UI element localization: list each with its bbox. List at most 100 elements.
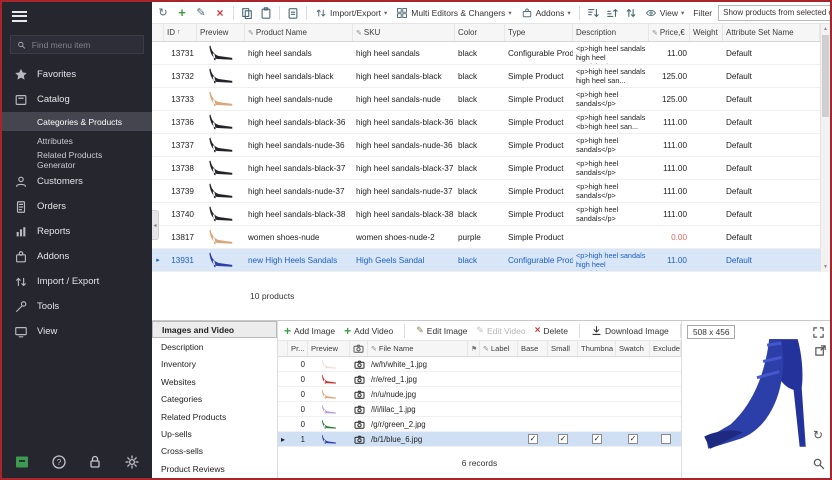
column-header-label[interactable]: ✎Label xyxy=(480,341,518,356)
view-menu-button[interactable]: View▾ xyxy=(642,4,688,22)
image-row[interactable]: 0 /l/i/lilac_1.jpg xyxy=(278,402,681,417)
row-expander[interactable] xyxy=(278,417,288,431)
filter-select[interactable]: Show products from selected categories ▾ xyxy=(718,5,830,21)
cell-swatch-checkbox[interactable] xyxy=(616,387,650,401)
row-expander[interactable] xyxy=(152,42,164,64)
cell-base-checkbox[interactable] xyxy=(518,387,548,401)
row-expander[interactable] xyxy=(152,65,164,87)
row-expander[interactable] xyxy=(152,88,164,110)
product-row[interactable]: 13738 high heel sandals-black-37 high he… xyxy=(152,157,820,180)
row-expander[interactable] xyxy=(278,357,288,371)
sidebar-item-tools[interactable]: Tools xyxy=(2,294,152,319)
cell-small-checkbox[interactable] xyxy=(548,372,578,386)
cell-small-checkbox[interactable]: ✓ xyxy=(548,432,578,446)
cell-swatch-checkbox[interactable] xyxy=(616,372,650,386)
image-row[interactable]: 0 /w/h/white_1.jpg xyxy=(278,357,681,372)
column-header-thumbnail[interactable]: Thumbna xyxy=(578,341,616,356)
bottom-tab[interactable]: Up-sells xyxy=(152,425,277,442)
scroll-down-arrow[interactable]: ▼ xyxy=(821,264,830,270)
image-row[interactable]: 0 /r/e/red_1.jpg xyxy=(278,372,681,387)
sidebar-item-reports[interactable]: Reports xyxy=(2,219,152,244)
column-header-priority[interactable]: Pr... xyxy=(288,341,308,356)
bottom-tab[interactable]: Cross-sells xyxy=(152,443,277,460)
column-header-attribute-set[interactable]: Attribute Set Name xyxy=(723,24,820,41)
row-expander[interactable] xyxy=(152,111,164,133)
cell-base-checkbox[interactable] xyxy=(518,372,548,386)
sidebar-collapse-handle[interactable]: ◂ xyxy=(152,210,159,240)
image-row[interactable]: 1 /b/1/blue_6.jpg xyxy=(278,432,681,447)
column-header-product-name[interactable]: ✎Product Name xyxy=(245,24,353,41)
image-row[interactable]: 0 /n/u/nude.jpg xyxy=(278,387,681,402)
paste-button[interactable] xyxy=(258,5,274,21)
sidebar-item-related-products-generator[interactable]: Related Products Generator xyxy=(2,150,152,169)
cell-thumbnail-checkbox[interactable] xyxy=(578,357,616,371)
column-header-price[interactable]: ✎Price,€ xyxy=(649,24,690,41)
sidebar-item-categories-products[interactable]: Categories & Products xyxy=(2,112,152,131)
zoom-icon[interactable] xyxy=(812,457,825,470)
sidebar-item-favorites[interactable]: Favorites xyxy=(2,62,152,87)
refresh-button[interactable]: ↻ xyxy=(155,5,171,21)
cell-swatch-checkbox[interactable]: ✓ xyxy=(616,432,650,446)
sidebar-item-customers[interactable]: Customers xyxy=(2,169,152,194)
sidebar-item-attributes[interactable]: Attributes xyxy=(2,131,152,150)
column-header-small[interactable]: Small xyxy=(548,341,578,356)
cell-thumbnail-checkbox[interactable] xyxy=(578,387,616,401)
cell-thumbnail-checkbox[interactable] xyxy=(578,372,616,386)
product-row[interactable]: 13740 high heel sandals-black-38 high he… xyxy=(152,203,820,226)
cell-exclude-checkbox[interactable] xyxy=(650,402,681,416)
column-header-file-name[interactable]: ✎File Name xyxy=(368,341,468,356)
product-row[interactable]: 13931 new High Heels Sandals High Geels … xyxy=(152,249,820,272)
column-header-swatch[interactable]: Swatch xyxy=(616,341,650,356)
cell-swatch-checkbox[interactable] xyxy=(616,402,650,416)
column-header-type[interactable]: Type xyxy=(505,24,573,41)
lock-icon[interactable] xyxy=(87,454,103,470)
copy-button[interactable] xyxy=(239,5,255,21)
column-header-image-preview[interactable]: Preview xyxy=(308,341,350,356)
row-expander[interactable] xyxy=(152,157,164,179)
thumbnail-checkbox[interactable]: ✓ xyxy=(592,434,602,444)
scroll-up-arrow[interactable]: ▲ xyxy=(821,26,830,32)
scrollbar-thumb[interactable] xyxy=(822,35,829,117)
column-header-sku[interactable]: ✎SKU xyxy=(353,24,455,41)
row-expander[interactable] xyxy=(152,180,164,202)
cell-exclude-checkbox[interactable] xyxy=(650,432,681,446)
help-icon[interactable]: ? xyxy=(51,454,67,470)
gear-icon[interactable] xyxy=(124,454,140,470)
delete-image-button[interactable]: ×Delete xyxy=(535,326,568,336)
cell-swatch-checkbox[interactable] xyxy=(616,357,650,371)
row-expander[interactable] xyxy=(152,249,164,271)
row-expander[interactable] xyxy=(152,134,164,156)
column-header-preview[interactable]: Preview xyxy=(197,24,245,41)
addons-menu-button[interactable]: Addons▾ xyxy=(518,4,574,22)
sidebar-search[interactable] xyxy=(10,35,144,54)
column-header-camera[interactable] xyxy=(350,341,368,356)
sort-ascending-button[interactable] xyxy=(585,5,601,21)
download-image-button[interactable]: Download Image xyxy=(591,325,669,336)
small-checkbox[interactable]: ✓ xyxy=(558,434,568,444)
row-expander[interactable] xyxy=(278,432,288,446)
cell-base-checkbox[interactable] xyxy=(518,402,548,416)
multi-editors-menu-button[interactable]: Multi Editors & Changers▾ xyxy=(393,4,514,22)
product-row[interactable]: 13736 high heel sandals-black-36 high he… xyxy=(152,111,820,134)
row-expander[interactable] xyxy=(278,372,288,386)
column-header-description[interactable]: Description xyxy=(573,24,649,41)
sidebar-item-view[interactable]: View xyxy=(2,319,152,344)
sort-updown-button[interactable] xyxy=(623,5,639,21)
cell-swatch-checkbox[interactable] xyxy=(616,417,650,431)
edit-video-button[interactable]: ✎Edit Video xyxy=(476,325,525,336)
cell-small-checkbox[interactable] xyxy=(548,417,578,431)
copy-to-clipboard-button[interactable] xyxy=(285,5,301,21)
sidebar-item-orders[interactable]: Orders xyxy=(2,194,152,219)
store-manager-icon[interactable] xyxy=(14,454,30,470)
cell-exclude-checkbox[interactable] xyxy=(650,357,681,371)
edit-product-button[interactable]: ✎ xyxy=(193,5,209,21)
cell-small-checkbox[interactable] xyxy=(548,387,578,401)
cell-exclude-checkbox[interactable] xyxy=(650,387,681,401)
swatch-checkbox[interactable]: ✓ xyxy=(628,434,638,444)
cell-exclude-checkbox[interactable] xyxy=(650,417,681,431)
exclude-checkbox[interactable] xyxy=(661,434,671,444)
product-row[interactable]: 13739 high heel sandals-nude-37 high hee… xyxy=(152,180,820,203)
row-expander[interactable] xyxy=(278,387,288,401)
product-row[interactable]: 13731 high heel sandals high heel sandal… xyxy=(152,42,820,65)
column-header-weight[interactable]: Weight xyxy=(690,24,723,41)
